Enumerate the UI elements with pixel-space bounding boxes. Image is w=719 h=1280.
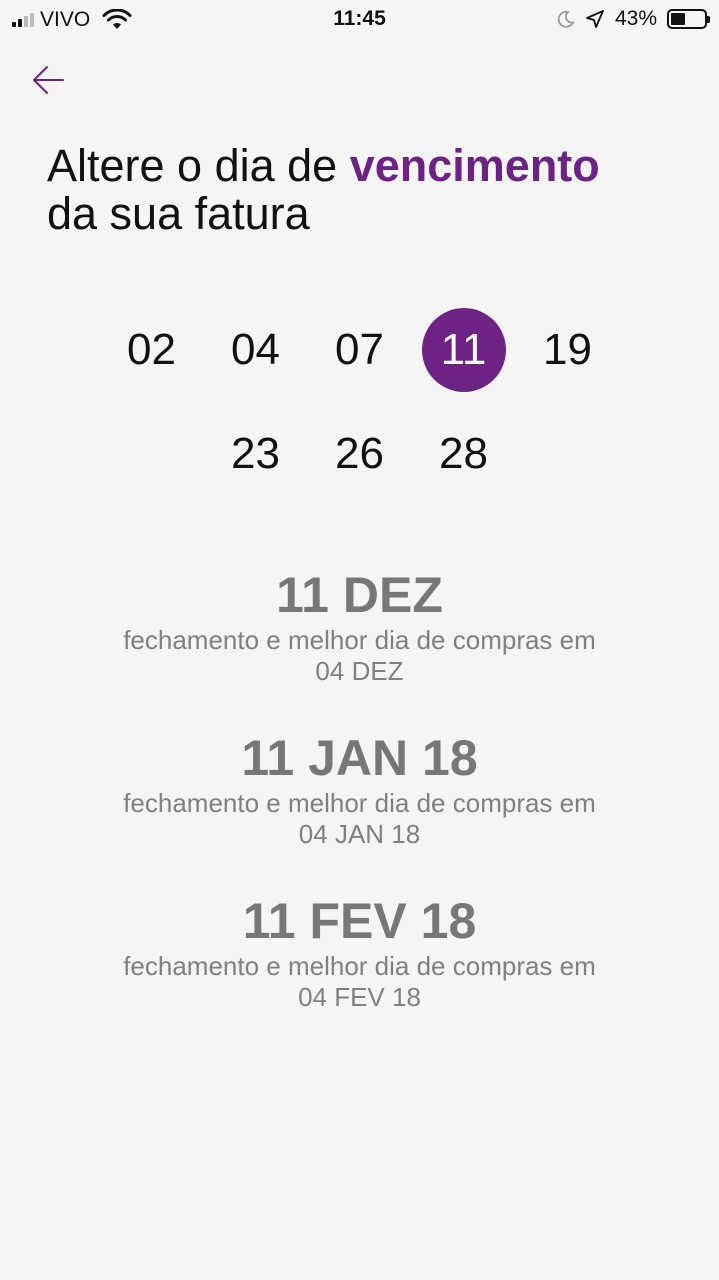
day-option[interactable]: 28 (422, 412, 506, 496)
battery-percent: 43% (614, 7, 657, 30)
battery-icon (667, 9, 710, 29)
closing-label: fechamento e melhor dia de compras em (123, 625, 596, 655)
moon-icon (557, 10, 575, 28)
day-option[interactable]: 07 (318, 308, 402, 392)
closing-label: fechamento e melhor dia de compras em (123, 951, 596, 981)
closing-date: 04 DEZ (315, 656, 404, 686)
day-row: 02 04 07 11 19 (0, 298, 719, 402)
date-item: 11 JAN 18 fechamento e melhor dia de comp… (0, 728, 719, 891)
location-arrow-icon (586, 10, 604, 28)
day-option[interactable]: 23 (214, 412, 298, 496)
closing-date: 04 FEV 18 (298, 982, 421, 1012)
due-date: 11 DEZ (276, 567, 443, 623)
day-row: 23 26 28 (0, 402, 719, 506)
date-item: 11 DEZ fechamento e melhor dia de compras… (0, 565, 719, 728)
closing-date: 04 JAN 18 (298, 819, 421, 849)
billing-dates-list: 11 DEZ fechamento e melhor dia de compras… (0, 565, 719, 1054)
status-bar: VIVO 11:45 43% (0, 0, 719, 40)
day-picker: 02 04 07 11 19 23 26 28 (0, 298, 719, 506)
day-option[interactable]: 04 (214, 308, 298, 392)
title-suffix: da sua fatura (47, 188, 310, 239)
battery-fill (671, 13, 685, 25)
title-prefix: Altere o dia de (47, 140, 350, 191)
due-date: 11 JAN 18 (241, 730, 478, 786)
arrow-left-icon (33, 66, 64, 94)
day-option[interactable]: 26 (318, 412, 402, 496)
day-option[interactable]: 02 (110, 308, 194, 392)
due-date: 11 FEV 18 (242, 893, 477, 949)
day-option-selected[interactable]: 11 (421, 308, 506, 392)
back-button[interactable] (26, 58, 70, 102)
date-item: 11 FEV 18 fechamento e melhor dia de comp… (0, 891, 719, 1054)
page-title: Altere o dia de vencimento da sua fatura (47, 142, 697, 238)
closing-label: fechamento e melhor dia de compras em (123, 788, 596, 818)
title-highlight: vencimento (349, 140, 600, 191)
day-option[interactable]: 19 (526, 308, 610, 392)
status-right: 43% (557, 7, 710, 31)
